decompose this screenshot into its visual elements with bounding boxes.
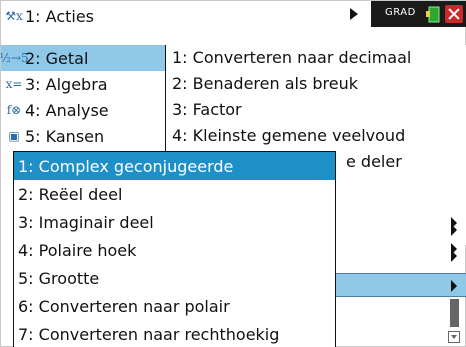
submenu-item-to-rect[interactable]: 7: Converteren naar rechthoekig xyxy=(14,320,335,347)
submenu-item-conjugate[interactable]: 1: Complex geconjugeerde xyxy=(14,152,335,180)
submenu-item-imaginary-part[interactable]: 3: Imaginair deel xyxy=(14,208,335,236)
scroll-down-icon[interactable] xyxy=(448,331,460,343)
menu-item-label: 2: Getal xyxy=(25,48,89,68)
close-icon[interactable] xyxy=(445,5,463,23)
scrollbar-thumb[interactable] xyxy=(450,299,459,327)
angle-mode-label: GRAD xyxy=(385,7,416,18)
chevron-right-icon xyxy=(451,280,457,292)
menu-item-label: 5: Kansen xyxy=(25,126,105,146)
scrollbar[interactable] xyxy=(447,299,463,345)
menu-item-analyse[interactable]: f⊗ 4: Analyse xyxy=(1,97,165,123)
dice-icon: ▣ xyxy=(8,129,20,143)
submenu-item-lcm[interactable]: 4: Kleinste gemene veelvoud xyxy=(172,123,405,147)
calculus-icon: f⊗ xyxy=(6,103,22,117)
submenu-arrow-icon xyxy=(350,8,358,20)
submenu-item-gcd[interactable]: e deler xyxy=(346,149,402,173)
menu-item-label: 1: Acties xyxy=(25,6,95,26)
chevron-right-icon xyxy=(451,224,457,236)
fraction-icon: ½→5 xyxy=(0,51,29,65)
algebra-icon: x= xyxy=(5,77,23,91)
submenu-item-to-polar[interactable]: 6: Converteren naar polair xyxy=(14,292,335,320)
chevron-right-icon xyxy=(451,250,457,262)
menu-item-label: 3: Algebra xyxy=(25,74,108,94)
menu-item-label: 4: Analyse xyxy=(25,100,109,120)
menu-item-kansen[interactable]: ▣ 5: Kansen xyxy=(1,123,165,149)
complex-submenu: 1: Complex geconjugeerde 2: Reëel deel 3… xyxy=(13,151,336,347)
menu-item-getal[interactable]: ½→5 2: Getal xyxy=(0,45,165,71)
submenu-item-decimal[interactable]: 1: Converteren naar decimaal xyxy=(172,45,411,69)
battery-icon xyxy=(426,6,440,23)
menu-item-acties[interactable]: ⚒x 1: Acties xyxy=(1,3,165,29)
submenu-item-magnitude[interactable]: 5: Grootte xyxy=(14,264,335,292)
submenu-item-real-part[interactable]: 2: Reëel deel xyxy=(14,180,335,208)
calculator-screen: ⚒x 1: Acties ½→5 2: Getal x= 3: Algebra … xyxy=(0,0,466,347)
status-bar: GRAD xyxy=(371,1,466,27)
submenu-item-polar-angle[interactable]: 4: Polaire hoek xyxy=(14,236,335,264)
tools-icon: ⚒x xyxy=(5,9,23,23)
submenu-item-factor[interactable]: 3: Factor xyxy=(172,97,242,121)
submenu-item-fraction[interactable]: 2: Benaderen als breuk xyxy=(172,71,358,95)
menu-item-algebra[interactable]: x= 3: Algebra xyxy=(1,71,165,97)
